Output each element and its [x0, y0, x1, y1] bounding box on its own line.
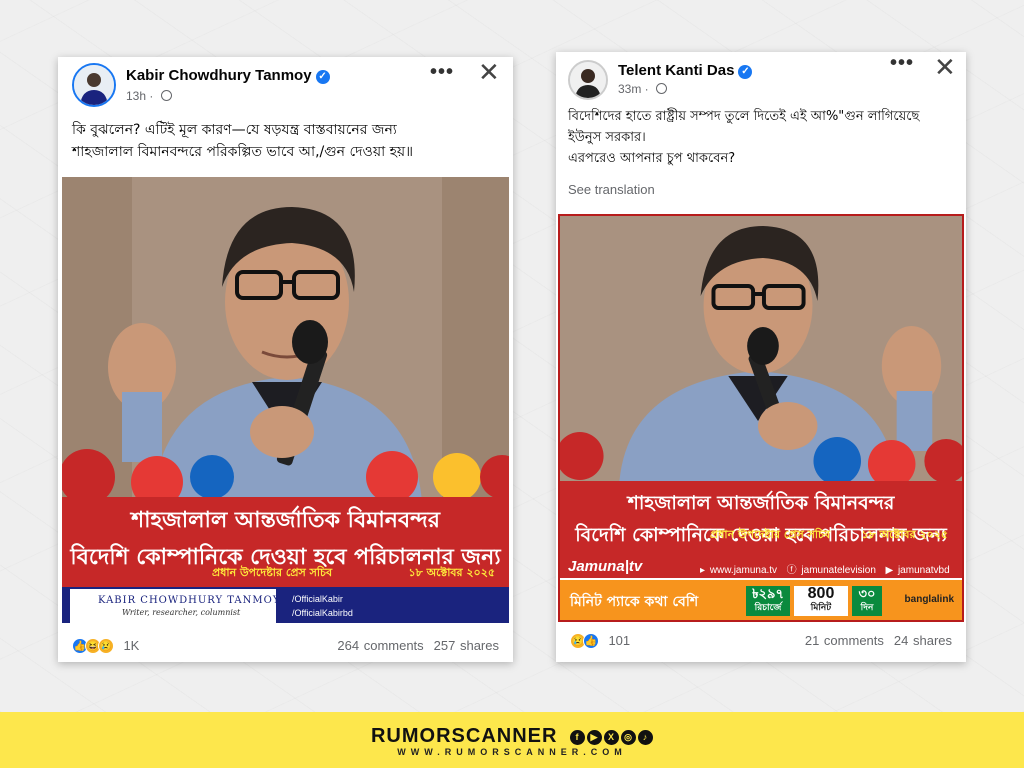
- verified-badge-icon: ✓: [738, 65, 753, 79]
- channel-youtube: jamunatvbd: [897, 565, 950, 576]
- post-text: কি বুঝলেন? এটিই মূল কারণ—যে ষড়যন্ত্র বা…: [72, 119, 502, 163]
- post-text: বিদেশিদের হাতে রাষ্ট্রীয় সম্পদ তুলে দিত…: [568, 106, 958, 169]
- verified-badge-icon: ✓: [315, 70, 330, 84]
- post-image[interactable]: শাহজালাল আন্তর্জাতিক বিমানবন্দর বিদেশি ক…: [62, 177, 509, 625]
- reaction-count[interactable]: 101: [608, 633, 630, 648]
- web-icon: ▸: [700, 565, 706, 576]
- post-text-line: ইউনুস সরকার।: [568, 130, 646, 145]
- strip-accent: [62, 589, 70, 623]
- footer-banner: RUMORSCANNER f ▶ X ◎ ♪ WWW.RUMORSCANNER.COM: [0, 712, 1024, 768]
- comments-count[interactable]: 21 comments: [805, 633, 884, 648]
- channel-strip: Jamuna|tv ▸ www.jamuna.tv ⓕ jamunatelevi…: [560, 556, 962, 578]
- headline-date: ১৮ অক্টোবর ২০২৫: [861, 528, 948, 541]
- reaction-count[interactable]: 1K: [123, 638, 139, 653]
- see-translation-link[interactable]: See translation: [568, 182, 655, 197]
- post-text-line: বিদেশিদের হাতে রাষ্ট্রীয় সম্পদ তুলে দিত…: [568, 109, 920, 124]
- social-handle: /OfficialKabirbd: [292, 608, 353, 618]
- instagram-icon[interactable]: ◎: [621, 730, 636, 745]
- headline-line-1: শাহজালাল আন্তর্জাতিক বিমানবন্দর: [131, 508, 440, 533]
- globe-icon: [160, 90, 172, 101]
- author-name[interactable]: Kabir Chowdhury Tanmoy ✓: [126, 67, 330, 84]
- author-name[interactable]: Telent Kanti Das ✓: [618, 62, 753, 79]
- ad-text: মিনিট প্যাকে কথা বেশি: [570, 594, 699, 610]
- avatar[interactable]: [72, 63, 116, 107]
- ad-brand: banglalink: [904, 594, 954, 605]
- ad-minutes: 800: [807, 585, 835, 602]
- globe-icon: [656, 83, 668, 94]
- ad-price-label: রিচার্জে: [754, 603, 782, 613]
- ad-days: ৩০: [858, 586, 876, 601]
- channel-links: ▸ www.jamuna.tv ⓕ jamunatelevision ▶ jam…: [700, 561, 950, 576]
- social-handles: /OfficialKabir /OfficialKabirbd: [276, 589, 509, 623]
- avatar-person-icon: [74, 65, 114, 105]
- ad-price: ৳২৯৭: [752, 586, 784, 601]
- youtube-icon[interactable]: ▶: [587, 730, 602, 745]
- close-button[interactable]: ✕: [934, 54, 956, 80]
- post-image[interactable]: শাহজালাল আন্তর্জাতিক বিমানবন্দর বিদেশি ক…: [558, 214, 964, 622]
- facebook-icon[interactable]: f: [570, 730, 585, 745]
- channel-facebook: jamunatelevision: [801, 565, 876, 576]
- facebook-post-left: Kabir Chowdhury Tanmoy ✓ 13h · ••• ✕ কি ব…: [58, 57, 513, 662]
- speaker-illustration: [62, 177, 509, 502]
- headline-source: প্রধান উপদেষ্টার প্রেস সচিব: [212, 566, 333, 579]
- ad-days-box: ৩০ দিন: [852, 586, 882, 616]
- more-options-button[interactable]: •••: [890, 52, 914, 75]
- post-stats: 21 comments 24 shares: [805, 633, 952, 648]
- photo: [560, 216, 962, 481]
- facebook-icon: ⓕ: [786, 565, 797, 576]
- brand-name: RUMORSCANNER: [370, 725, 558, 747]
- avatar[interactable]: [568, 60, 608, 100]
- channel-logo: Jamuna|tv: [568, 558, 643, 575]
- signature-role: Writer, researcher, columnist: [122, 608, 241, 617]
- reactions-row: 👍😆😢 1K 264 comments 257 shares: [72, 637, 499, 657]
- post-header: Telent Kanti Das ✓ 33m · ••• ✕: [556, 52, 966, 108]
- social-icons: f ▶ X ◎ ♪: [568, 723, 653, 746]
- sad-reaction-icon[interactable]: 😢: [98, 637, 114, 654]
- post-text-line: শাহজালাল বিমানবন্দরে পরিকল্পিত ভাবে আ,/গ…: [72, 144, 414, 160]
- signature-name: KABIR CHOWDHURY TANMOY: [98, 595, 281, 606]
- ad-minutes-box: 800 মিনিট: [794, 586, 848, 616]
- close-button[interactable]: ✕: [478, 59, 500, 85]
- like-reaction-icon[interactable]: 👍: [583, 632, 599, 649]
- x-icon[interactable]: X: [604, 730, 619, 745]
- more-options-button[interactable]: •••: [430, 61, 454, 84]
- headline-source: প্রধান উপদেষ্টার প্রেস সচিব: [710, 528, 831, 541]
- website-url[interactable]: WWW.RUMORSCANNER.COM: [0, 747, 1024, 757]
- headline-line-1: শাহজালাল আন্তর্জাতিক বিমানবন্দর: [627, 492, 895, 514]
- post-header: Kabir Chowdhury Tanmoy ✓ 13h · ••• ✕: [58, 57, 513, 113]
- shares-count[interactable]: 257 shares: [434, 638, 499, 653]
- channel-website: www.jamuna.tv: [709, 565, 778, 576]
- ad-minutes-label: মিনিট: [810, 603, 832, 613]
- tiktok-icon[interactable]: ♪: [638, 730, 653, 745]
- post-text-line: এরপরেও আপনার চুপ থাকবেন?: [568, 151, 736, 166]
- advertisement-banner: মিনিট প্যাকে কথা বেশি ৳২৯৭ রিচার্জে 800 …: [560, 580, 962, 620]
- post-time[interactable]: 13h ·: [126, 89, 172, 103]
- comments-count[interactable]: 264 comments: [337, 638, 423, 653]
- speaker-illustration: [560, 216, 962, 481]
- headline-banner: শাহজালাল আন্তর্জাতিক বিমানবন্দর বিদেশি ক…: [62, 497, 509, 587]
- reactions-row: 😢👍 101 21 comments 24 shares: [570, 632, 952, 652]
- brand-row: RUMORSCANNER f ▶ X ◎ ♪: [0, 723, 1024, 748]
- social-handle: /OfficialKabir: [292, 594, 343, 604]
- post-stats: 264 comments 257 shares: [337, 638, 499, 653]
- headline-date: ১৮ অক্টোবর ২০২৫: [408, 566, 495, 579]
- ad-days-label: দিন: [860, 603, 874, 613]
- photo: [62, 177, 509, 502]
- post-time[interactable]: 33m ·: [618, 82, 668, 96]
- shares-count[interactable]: 24 shares: [894, 633, 952, 648]
- facebook-post-right: Telent Kanti Das ✓ 33m · ••• ✕ বিদেশিদের …: [556, 52, 966, 662]
- youtube-icon: ▶: [885, 565, 894, 576]
- ad-price-box: ৳২৯৭ রিচার্জে: [746, 586, 790, 616]
- signature-strip: KABIR CHOWDHURY TANMOY Writer, researche…: [62, 587, 509, 623]
- post-text-line: কি বুঝলেন? এটিই মূল কারণ—যে ষড়যন্ত্র বা…: [72, 122, 397, 138]
- avatar-person-icon: [570, 62, 606, 98]
